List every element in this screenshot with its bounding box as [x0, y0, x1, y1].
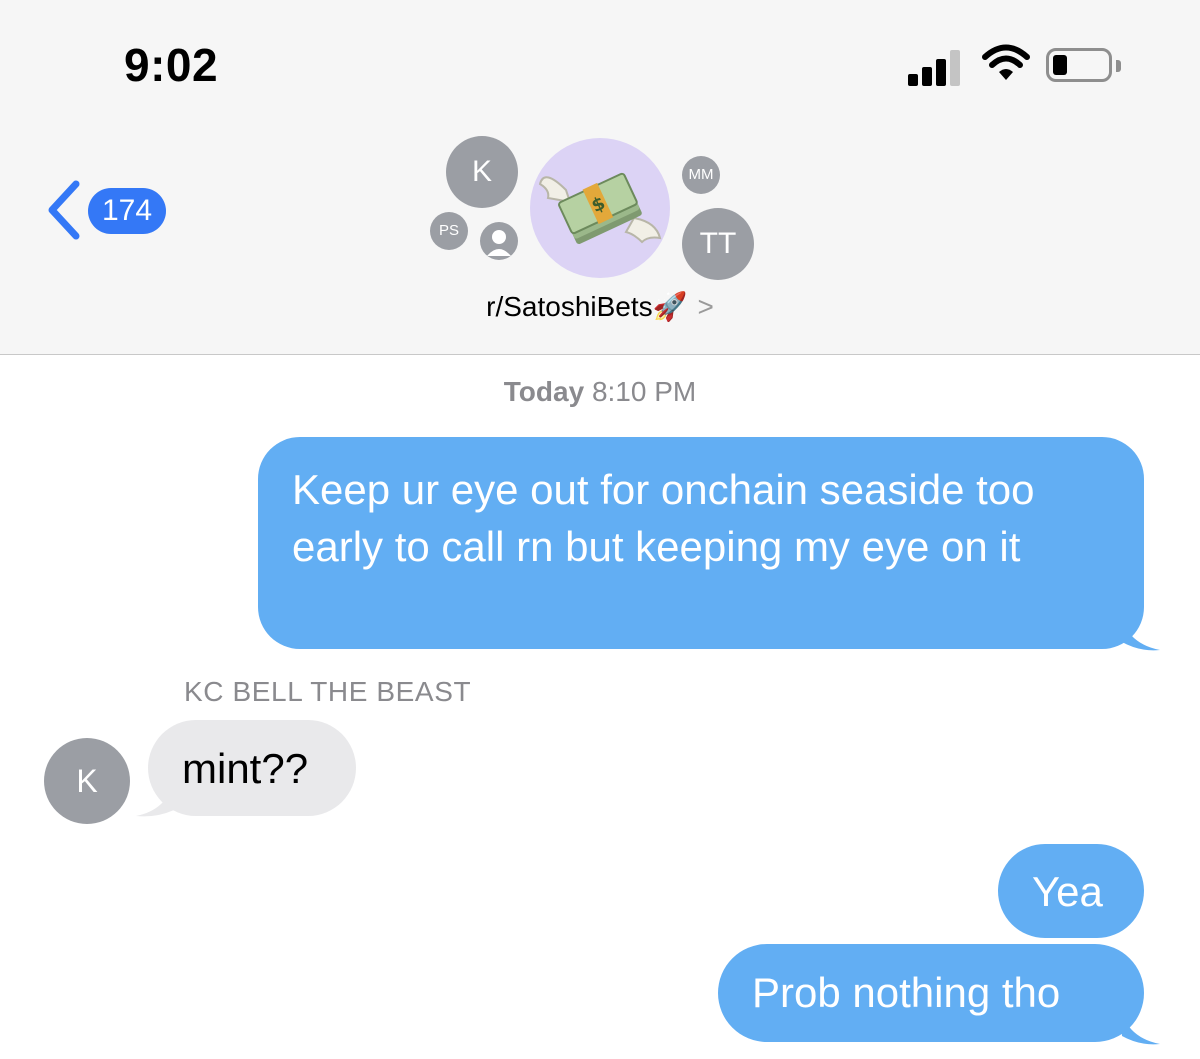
bubble-tail — [1120, 1008, 1160, 1045]
participant-avatar-placeholder[interactable] — [480, 222, 518, 260]
sender-name: KC BELL THE BEAST — [184, 676, 472, 707]
message-bubble-outgoing[interactable]: Keep ur eye out for onchain seaside too … — [258, 437, 1144, 649]
participant-avatar[interactable]: PS — [430, 212, 468, 250]
sender-avatar[interactable]: K — [44, 738, 130, 824]
participant-avatar[interactable]: MM — [682, 156, 720, 194]
timestamp-time: 8:10 PM — [591, 376, 697, 407]
participant-avatar[interactable]: K — [446, 136, 518, 208]
battery-icon — [1046, 48, 1112, 82]
chevron-left-icon — [48, 180, 80, 240]
chevron-right-icon: > — [697, 291, 714, 322]
back-button[interactable]: 174 — [40, 180, 180, 240]
unread-count-badge: 174 — [88, 188, 167, 234]
message-bubble-outgoing[interactable]: Prob nothing tho — [718, 944, 1144, 1042]
status-time: 9:02 — [124, 39, 219, 91]
bubble-tail — [1120, 614, 1160, 651]
conversation-header: 9:02 174 K PS MM TT $ r/SatoshiBets🚀 > — [0, 0, 1200, 355]
message-bubble-incoming[interactable]: mint?? — [148, 720, 356, 816]
person-icon — [487, 230, 511, 256]
wifi-icon — [982, 44, 1030, 80]
message-bubble-outgoing[interactable]: Yea — [998, 844, 1144, 938]
participant-avatar[interactable]: TT — [682, 208, 754, 280]
timestamp-day: Today — [503, 376, 585, 407]
group-name-button[interactable]: r/SatoshiBets🚀 > — [0, 290, 1200, 323]
bubble-tail — [136, 782, 174, 817]
message-timestamp: Today 8:10 PM — [0, 376, 1200, 408]
cellular-signal-icon — [908, 46, 966, 86]
group-avatar[interactable]: $ — [530, 138, 670, 278]
battery-cap — [1116, 60, 1121, 72]
money-with-wings-icon: $ — [538, 172, 662, 244]
group-name: r/SatoshiBets🚀 — [486, 291, 688, 322]
